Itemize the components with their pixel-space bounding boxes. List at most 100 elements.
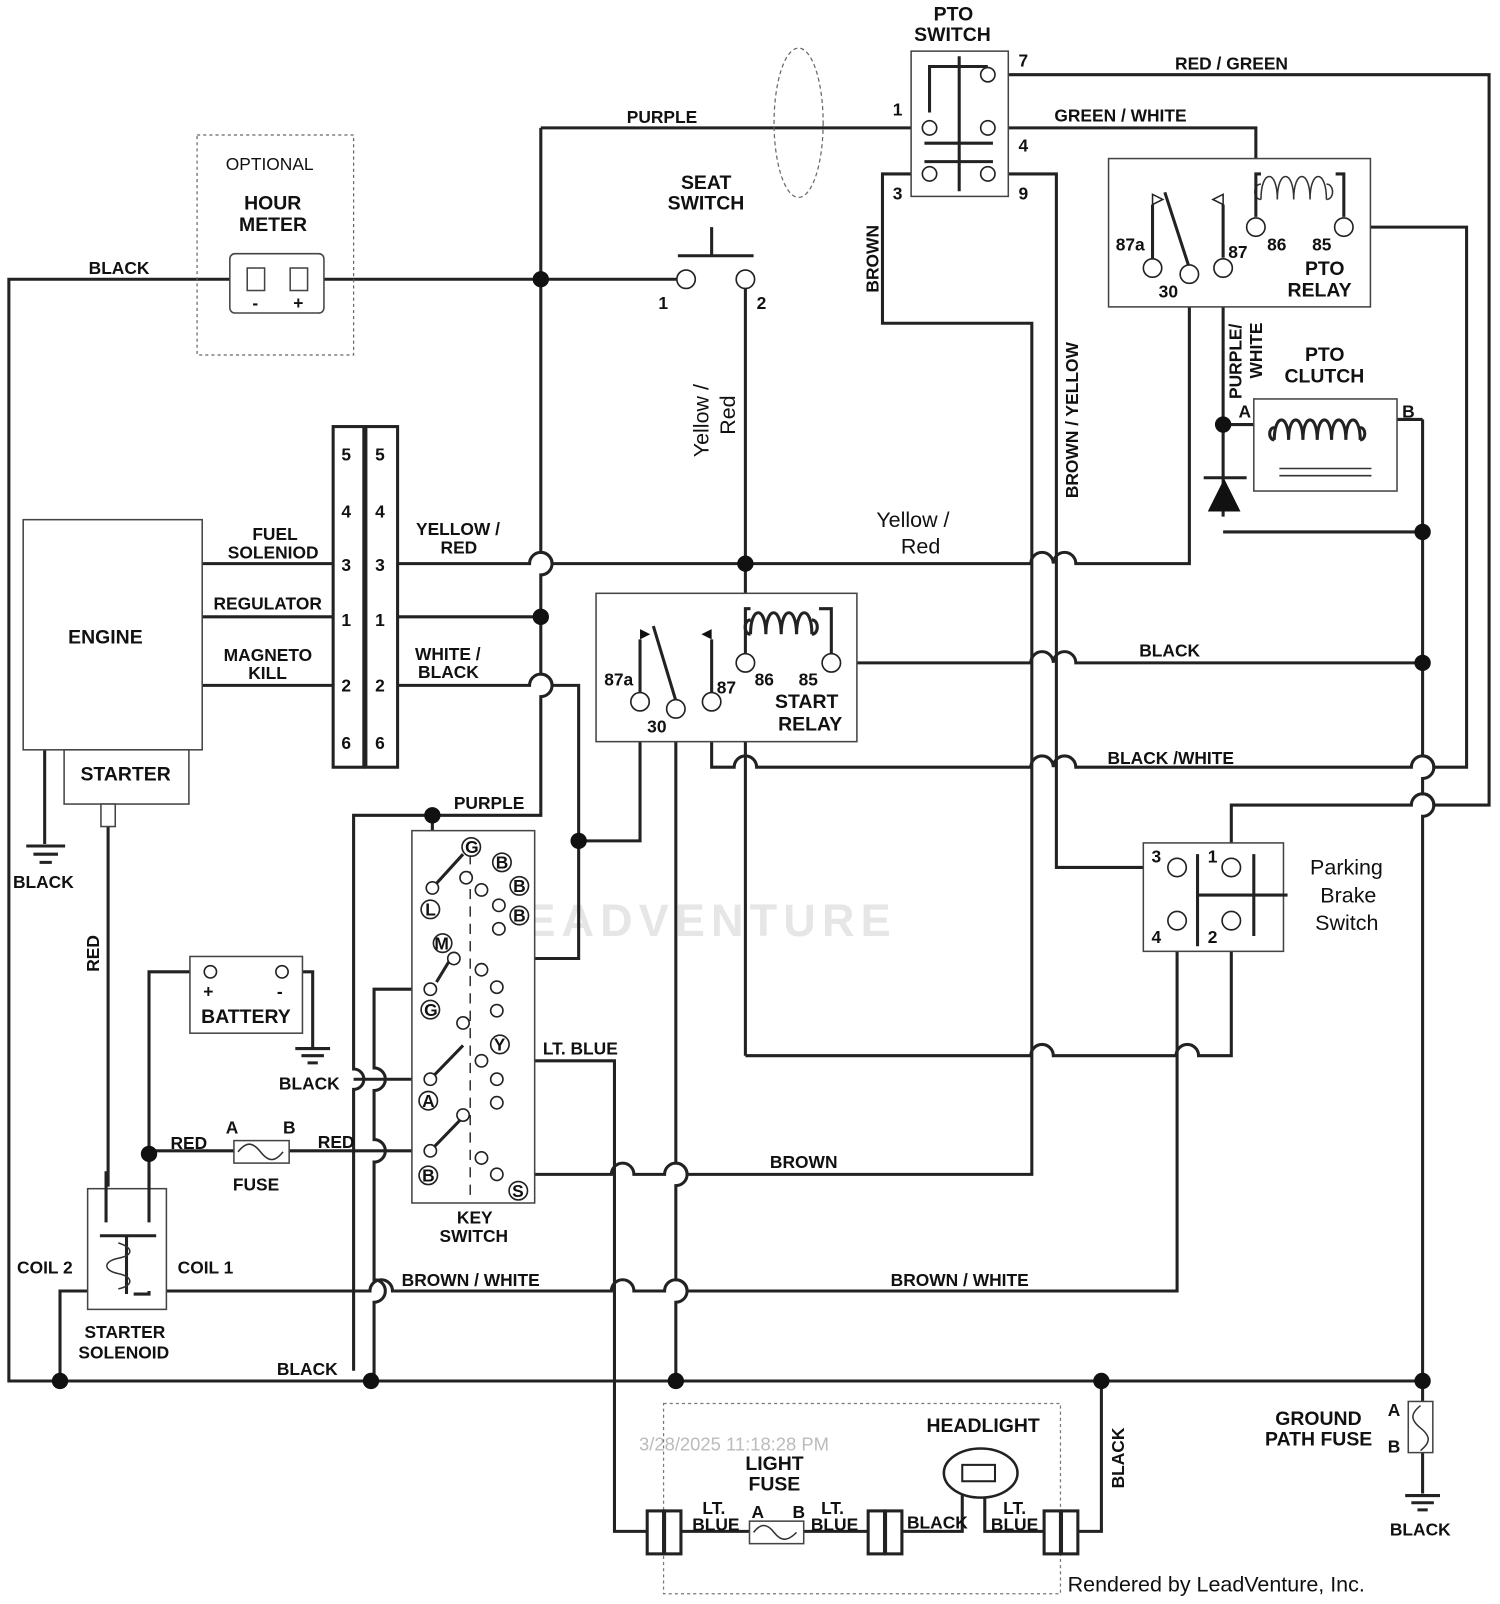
wire-label: BROWN: [770, 1152, 838, 1172]
starter-solenoid-label: SOLENOID: [78, 1342, 169, 1362]
wire-label: PURPLE: [454, 793, 524, 813]
wire-label: BLACK: [279, 1073, 340, 1093]
pin-label: 7: [1019, 50, 1029, 70]
pin-label: 2: [1208, 927, 1218, 947]
pin-label: 30: [1159, 282, 1178, 302]
pto-relay-label: PTO: [1305, 258, 1345, 280]
key-terminal-label: B: [422, 1166, 435, 1186]
key-terminal-label: Y: [494, 1035, 506, 1055]
timestamp: 3/28/2025 11:18:28 PM: [639, 1434, 829, 1455]
wire-label: RED: [170, 1133, 207, 1153]
pin-label: A: [752, 1502, 765, 1522]
pto-switch: PTO SWITCH 1 7 4 3 9: [893, 3, 1029, 203]
wire-label: RED: [441, 537, 478, 557]
wire-label: RED: [83, 935, 103, 972]
pin-label: 6: [341, 733, 351, 753]
wire-label: Red: [716, 395, 740, 434]
pin-label: 4: [375, 502, 385, 522]
pto-switch-label: PTO: [934, 3, 974, 25]
key-terminal-label: A: [422, 1091, 435, 1111]
ground-path-fuse-label: GROUND: [1275, 1408, 1361, 1430]
pin-label: B: [1402, 401, 1415, 421]
fuse: A B FUSE: [226, 1117, 296, 1194]
engine-label: ENGINE: [68, 626, 143, 648]
key-terminal-label: B: [513, 876, 526, 896]
wire-label: REGULATOR: [213, 594, 322, 614]
wire-label: BROWN / WHITE: [402, 1270, 540, 1290]
pin-label: 4: [1152, 927, 1162, 947]
parking-brake-switch: 3 1 4 2 Parking Brake Switch: [1142, 842, 1383, 953]
pin-label: 6: [375, 733, 385, 753]
wire-label: RED: [318, 1132, 355, 1152]
pin-label: 1: [375, 610, 385, 630]
hour-meter: OPTIONAL HOUR METER - +: [196, 134, 355, 356]
wire-label: BLACK: [89, 258, 150, 278]
wire-label: PURPLE/: [1226, 323, 1246, 398]
pin-label: 1: [1208, 846, 1218, 866]
pin-label: 87: [1228, 242, 1247, 262]
start-relay: 87a 30 87 86 85 START RELAY: [595, 592, 858, 743]
wire-label: MAGNETO: [224, 645, 313, 665]
credit-text: Rendered by LeadVenture, Inc.: [1068, 1573, 1365, 1597]
pin-label: 87a: [604, 669, 633, 689]
ground-symbol: [26, 844, 66, 864]
key-terminal-label: M: [434, 933, 448, 953]
wire-label: BLUE: [991, 1514, 1038, 1534]
headlight-circuit: HEADLIGHT LIGHT FUSE A B LT. BLUE LT. BL…: [645, 1402, 1128, 1595]
key-terminal-label: L: [425, 900, 436, 920]
wire-label: KILL: [248, 663, 287, 683]
start-relay-label: RELAY: [778, 713, 842, 735]
key-terminal-label: B: [496, 852, 509, 872]
pin-label: 1: [893, 100, 903, 120]
ground-symbol: [295, 1046, 331, 1065]
engine: ENGINE STARTER: [22, 518, 203, 828]
pin-label: 5: [375, 444, 385, 464]
pin-label: 86: [1267, 235, 1287, 255]
battery: + - BATTERY: [189, 955, 304, 1034]
pin-label: A: [1238, 401, 1251, 421]
terminal-label: -: [252, 293, 258, 313]
wire-label: PURPLE: [627, 107, 697, 127]
pin-label: 2: [757, 293, 767, 313]
pin-label: 2: [341, 676, 351, 696]
parking-brake-label: Brake: [1320, 883, 1376, 907]
wire-label: YELLOW /: [416, 519, 500, 539]
pin-label: B: [283, 1117, 296, 1137]
pto-clutch-label: PTO: [1305, 344, 1345, 366]
wire-label: BLACK: [277, 1359, 338, 1379]
seat-switch-label: SEAT: [681, 172, 731, 194]
hour-meter-label: METER: [239, 214, 307, 236]
wire-label: BLACK: [418, 662, 479, 682]
wire-label: BLACK: [1139, 641, 1200, 661]
terminal-label: +: [293, 293, 303, 313]
coil-label: COIL 1: [178, 1258, 234, 1278]
key-terminal-label: B: [513, 906, 526, 926]
pin-label: 86: [755, 669, 775, 689]
wire-label: BLUE: [692, 1514, 739, 1534]
optional-label: OPTIONAL: [226, 154, 314, 174]
starter-solenoid-label: STARTER: [85, 1322, 166, 1342]
key-switch-label: SWITCH: [440, 1226, 509, 1246]
pin-label: A: [1388, 1400, 1401, 1420]
wire-label: Yellow /: [876, 508, 949, 532]
seat-switch-label: SWITCH: [668, 193, 745, 215]
starter-label: STARTER: [80, 764, 170, 786]
wire-label: Yellow /: [690, 384, 714, 457]
pin-label: 2: [375, 676, 385, 696]
pin-label: 9: [1019, 183, 1029, 203]
pin-label: 4: [1019, 135, 1029, 155]
key-terminal-label: G: [465, 837, 479, 857]
pto-relay: 87a 30 87 86 85 PTO RELAY: [1107, 157, 1372, 308]
wire-label: FUEL: [252, 524, 298, 544]
wire-label: BLACK: [1390, 1519, 1451, 1539]
parking-brake-label: Switch: [1315, 911, 1378, 935]
pin-label: 1: [341, 610, 351, 630]
pin-label: 87: [717, 678, 736, 698]
wire-label: WHITE: [1246, 323, 1266, 379]
pin-label: 3: [1152, 846, 1162, 866]
pto-clutch-label: CLUTCH: [1284, 366, 1364, 388]
parking-brake-label: Parking: [1310, 856, 1383, 880]
light-fuse-label: FUSE: [748, 1473, 800, 1495]
key-switch: G B B B L M G Y A B S KEY SWITCH: [411, 829, 536, 1246]
pin-label: 85: [799, 669, 819, 689]
